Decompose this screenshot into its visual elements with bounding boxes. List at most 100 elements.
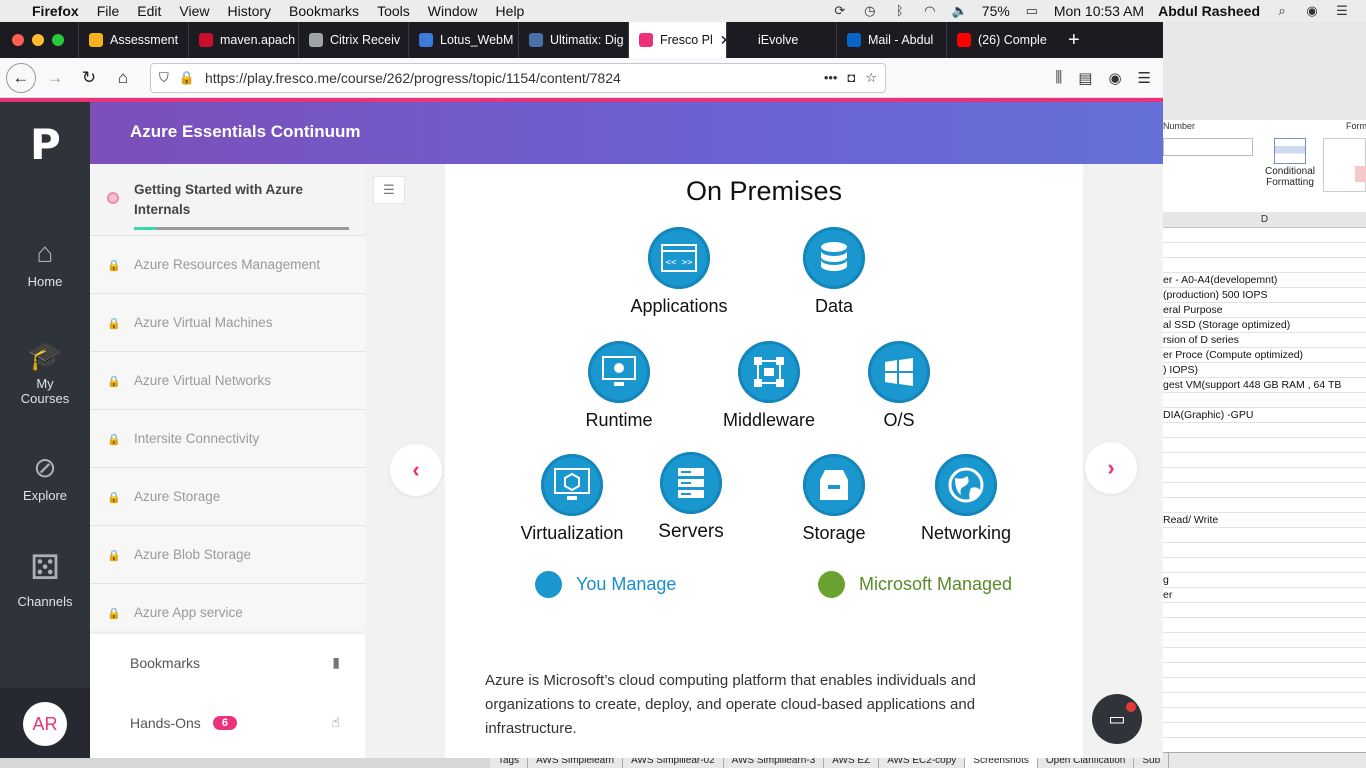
- time-machine-icon[interactable]: ◷: [862, 4, 878, 18]
- excel-row[interactable]: [1163, 603, 1366, 618]
- excel-row[interactable]: g: [1163, 573, 1366, 588]
- excel-row[interactable]: [1163, 528, 1366, 543]
- excel-row[interactable]: [1163, 738, 1366, 753]
- excel-row[interactable]: [1163, 618, 1366, 633]
- pocket-icon[interactable]: ◘: [847, 70, 855, 85]
- excel-row[interactable]: Read/ Write: [1163, 513, 1366, 528]
- excel-number-format-dropdown[interactable]: [1163, 138, 1253, 156]
- excel-row[interactable]: [1163, 483, 1366, 498]
- excel-row[interactable]: [1163, 693, 1366, 708]
- avatar[interactable]: AR: [23, 702, 67, 746]
- minimize-window-button[interactable]: [32, 34, 44, 46]
- excel-row[interactable]: [1163, 708, 1366, 723]
- conditional-formatting-button[interactable]: Conditional Formatting: [1260, 138, 1320, 188]
- rail-item-my-courses[interactable]: 🎓 My Courses: [0, 338, 90, 407]
- chat-support-button[interactable]: ▭: [1092, 694, 1142, 744]
- menu-tools[interactable]: Tools: [377, 3, 410, 19]
- menu-file[interactable]: File: [97, 3, 120, 19]
- volume-icon[interactable]: 🔈: [952, 4, 968, 18]
- excel-row[interactable]: [1163, 393, 1366, 408]
- menu-view[interactable]: View: [179, 3, 209, 19]
- browser-tab[interactable]: Mail - Abdul: [836, 22, 946, 58]
- user-name[interactable]: Abdul Rasheed: [1158, 3, 1260, 19]
- rail-item-explore[interactable]: ⊘ Explore: [0, 450, 90, 504]
- account-icon[interactable]: ◉: [1108, 69, 1121, 87]
- close-window-button[interactable]: [12, 34, 24, 46]
- rail-item-channels[interactable]: ⚄ Channels: [0, 546, 90, 609]
- browser-tab[interactable]: Citrix Receiv: [298, 22, 408, 58]
- wifi-icon[interactable]: ◠: [922, 4, 938, 18]
- sidebar-toggle-icon[interactable]: ▤: [1078, 69, 1092, 87]
- page-actions-icon[interactable]: •••: [824, 70, 838, 85]
- battery-percent[interactable]: 75%: [982, 3, 1010, 19]
- browser-tab[interactable]: Fresco Pl✕: [628, 22, 726, 58]
- menu-history[interactable]: History: [227, 3, 271, 19]
- bookmarks-link[interactable]: Bookmarks ▮: [130, 654, 340, 671]
- browser-tab[interactable]: Ultimatix: Dig: [518, 22, 628, 58]
- url-bar[interactable]: ⛉ 🔒 https://play.fresco.me/course/262/pr…: [150, 62, 886, 93]
- bookmark-star-icon[interactable]: ☆: [865, 70, 877, 86]
- topic-item[interactable]: 🔒 Azure Blob Storage: [90, 526, 365, 584]
- excel-row[interactable]: (production) 500 IOPS: [1163, 288, 1366, 303]
- excel-row[interactable]: ) IOPS): [1163, 363, 1366, 378]
- excel-row[interactable]: [1163, 543, 1366, 558]
- excel-row[interactable]: [1163, 678, 1366, 693]
- excel-row[interactable]: [1163, 453, 1366, 468]
- excel-row[interactable]: [1163, 258, 1366, 273]
- clock[interactable]: Mon 10:53 AM: [1054, 3, 1144, 19]
- topic-item[interactable]: 🔒 Azure Virtual Machines: [90, 294, 365, 352]
- rail-item-home[interactable]: ⌂ Home: [0, 236, 90, 289]
- menu-edit[interactable]: Edit: [137, 3, 161, 19]
- next-slide-button[interactable]: ›: [1085, 442, 1137, 494]
- forward-button[interactable]: →: [40, 63, 70, 93]
- excel-row[interactable]: [1163, 438, 1366, 453]
- excel-row[interactable]: [1163, 558, 1366, 573]
- zoom-window-button[interactable]: [52, 34, 64, 46]
- back-button[interactable]: ←: [6, 62, 36, 93]
- menu-window[interactable]: Window: [428, 3, 478, 19]
- browser-tab[interactable]: iEvolve: [726, 22, 836, 58]
- excel-row[interactable]: [1163, 468, 1366, 483]
- excel-row[interactable]: [1163, 423, 1366, 438]
- topic-item[interactable]: 🔒 Intersite Connectivity: [90, 410, 365, 468]
- fresco-logo[interactable]: P: [30, 120, 61, 169]
- excel-row[interactable]: [1163, 498, 1366, 513]
- notes-toggle-button[interactable]: ☰: [373, 176, 405, 204]
- siri-icon[interactable]: ◉: [1304, 4, 1320, 18]
- excel-row[interactable]: DIA(Graphic) -GPU: [1163, 408, 1366, 423]
- excel-row[interactable]: [1163, 228, 1366, 243]
- tracking-protection-icon[interactable]: ⛉: [159, 70, 169, 86]
- new-tab-button[interactable]: +: [1068, 29, 1080, 52]
- browser-tab[interactable]: Lotus_WebM: [408, 22, 518, 58]
- url-text[interactable]: https://play.fresco.me/course/262/progre…: [205, 70, 814, 86]
- lock-icon[interactable]: 🔒: [179, 70, 195, 86]
- reload-button[interactable]: ↻: [74, 63, 104, 93]
- menu-help[interactable]: Help: [496, 3, 525, 19]
- previous-slide-button[interactable]: ‹: [390, 444, 442, 496]
- topic-item[interactable]: 🔒 Azure Virtual Networks: [90, 352, 365, 410]
- handson-link[interactable]: Hands-Ons 6 ☝: [130, 714, 340, 731]
- excel-row[interactable]: eral Purpose: [1163, 303, 1366, 318]
- topic-current[interactable]: Getting Started with Azure Internals: [90, 164, 365, 236]
- bluetooth-icon[interactable]: ᛒ: [892, 4, 908, 18]
- topic-item[interactable]: 🔒 Azure Storage: [90, 468, 365, 526]
- excel-row[interactable]: [1163, 633, 1366, 648]
- excel-row[interactable]: rsion of D series: [1163, 333, 1366, 348]
- menu-bookmarks[interactable]: Bookmarks: [289, 3, 359, 19]
- excel-column-header-d[interactable]: D: [1163, 212, 1366, 228]
- browser-tab[interactable]: maven.apach: [188, 22, 298, 58]
- excel-row[interactable]: [1163, 243, 1366, 258]
- browser-tab[interactable]: Assessment: [78, 22, 188, 58]
- spotlight-search-icon[interactable]: ⌕: [1274, 4, 1290, 18]
- sync-icon[interactable]: ⟳: [832, 4, 848, 18]
- browser-tab[interactable]: (26) Comple: [946, 22, 1056, 58]
- library-icon[interactable]: ⫼: [1055, 69, 1062, 87]
- excel-row[interactable]: [1163, 663, 1366, 678]
- excel-cell-styles[interactable]: [1323, 138, 1366, 192]
- excel-bad-style[interactable]: [1355, 166, 1366, 182]
- excel-row[interactable]: [1163, 648, 1366, 663]
- excel-row[interactable]: [1163, 723, 1366, 738]
- excel-row[interactable]: er - A0-A4(developemnt): [1163, 273, 1366, 288]
- home-button[interactable]: ⌂: [108, 63, 138, 93]
- excel-row[interactable]: er Proce (Compute optimized): [1163, 348, 1366, 363]
